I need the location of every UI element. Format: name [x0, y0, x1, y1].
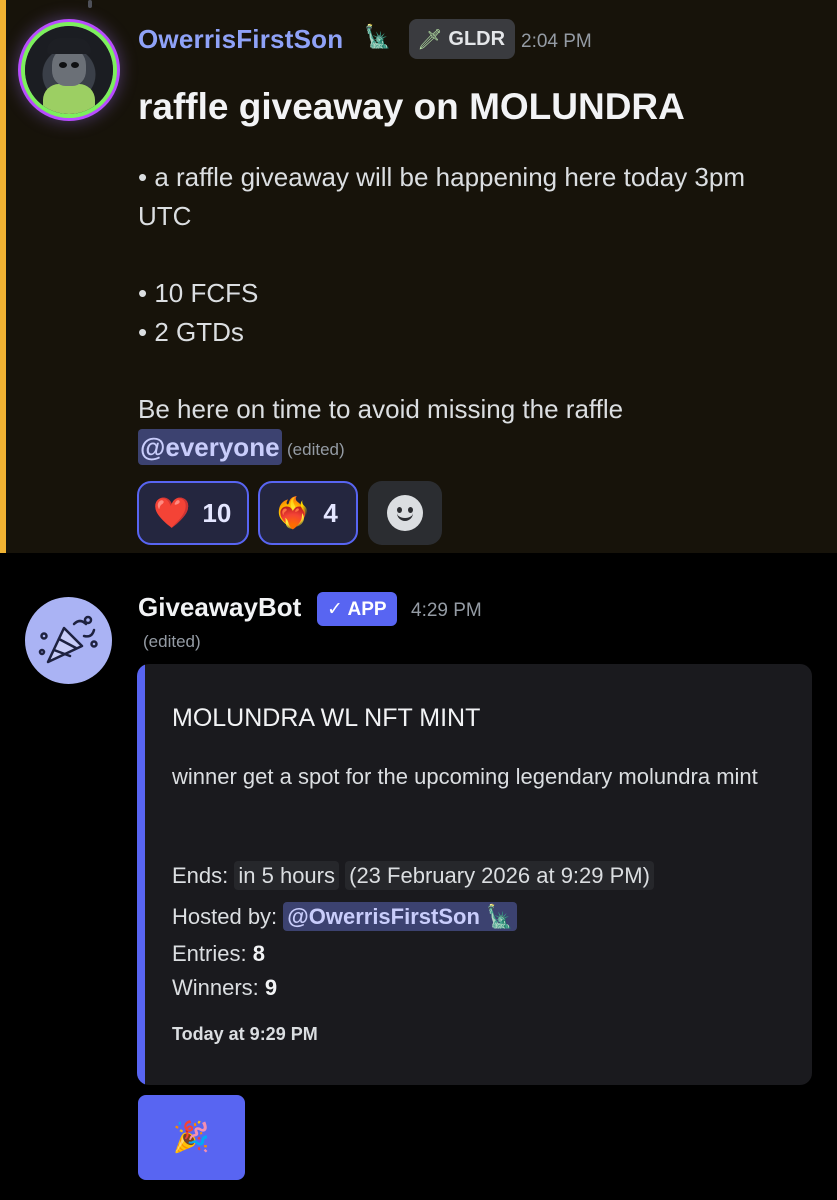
entries-label: Entries: [172, 941, 253, 966]
winners-label: Winners: [172, 975, 265, 1000]
ends-absolute-time[interactable]: (23 February 2026 at 9:29 PM) [345, 861, 654, 890]
avatar-eye-right [71, 62, 79, 68]
thread-line [88, 0, 92, 8]
host-mention[interactable]: @OwerrisFirstSon 🗽 [283, 902, 518, 931]
winners-field: Winners: 9 [172, 971, 277, 1004]
message-heading: raffle giveaway on MOLUNDRA [138, 86, 685, 127]
ends-relative-time[interactable]: in 5 hours [234, 861, 339, 890]
edited-label: (edited) [143, 632, 201, 651]
app-badge: ✓ APP [317, 592, 397, 626]
add-reaction-button[interactable] [368, 481, 442, 545]
giveaway-embed: MOLUNDRA WL NFT MINT winner get a spot f… [137, 664, 812, 1085]
embed-footer: Today at 9:29 PM [172, 1024, 318, 1044]
reaction-heart[interactable]: ❤️ 10 [137, 481, 249, 545]
message-timestamp[interactable]: 4:29 PM [411, 600, 482, 622]
hosted-field: Hosted by: @OwerrisFirstSon 🗽 [172, 900, 518, 933]
message-line: Be here on time to avoid missing the raf… [138, 394, 624, 424]
reaction-count: 10 [202, 497, 232, 528]
bot-avatar[interactable] [25, 597, 112, 684]
message-line: • 10 FCFS [138, 278, 259, 308]
mention-highlight-bar [0, 0, 6, 553]
statue-of-liberty-icon: 🗽 [364, 24, 392, 49]
reaction-count: 4 [323, 497, 338, 528]
everyone-mention[interactable]: @everyone [138, 429, 282, 465]
party-popper-icon: 🎉 [172, 1121, 211, 1154]
reaction-heart-on-fire[interactable]: ❤️‍🔥 4 [258, 481, 358, 545]
author-avatar[interactable] [25, 26, 113, 114]
heart-icon: ❤️ [153, 496, 191, 530]
author-name[interactable]: OwerrisFirstSon [138, 24, 343, 55]
winners-count: 9 [264, 975, 278, 1000]
sword-icon: 🗡 [417, 28, 443, 51]
ends-field: Ends: in 5 hours (23 February 2026 at 9:… [172, 859, 654, 892]
avatar-body [43, 84, 95, 114]
role-tag[interactable]: 🗡 GLDR [409, 19, 516, 59]
entries-count: 8 [252, 941, 265, 966]
entries-field: Entries: 8 [172, 937, 265, 970]
enter-giveaway-button[interactable]: 🎉 [138, 1095, 245, 1180]
message-line: UTC [138, 201, 192, 231]
heart-on-fire-icon: ❤️‍🔥 [274, 496, 312, 530]
hosted-label: Hosted by: [172, 904, 284, 929]
avatar-eye-left [59, 62, 67, 68]
party-popper-icon [38, 615, 98, 663]
embed-title: MOLUNDRA WL NFT MINT [172, 704, 481, 732]
edited-label: (edited) [287, 440, 345, 459]
avatar-cap [47, 38, 91, 54]
embed-accent-bar [137, 664, 145, 1085]
message-line: • 2 GTDs [138, 317, 244, 347]
ends-label: Ends: [172, 863, 235, 888]
bot-name[interactable]: GiveawayBot [138, 592, 301, 623]
smile-icon [387, 495, 423, 531]
embed-description: winner get a spot for the upcoming legen… [172, 764, 758, 789]
message-line: • a raffle giveaway will be happening he… [138, 162, 746, 192]
role-tag-label: GLDR [448, 27, 506, 50]
message-highlighted: OwerrisFirstSon 🗽 🗡 GLDR 2:04 PM raffle … [0, 0, 837, 553]
message-timestamp[interactable]: 2:04 PM [521, 31, 592, 53]
